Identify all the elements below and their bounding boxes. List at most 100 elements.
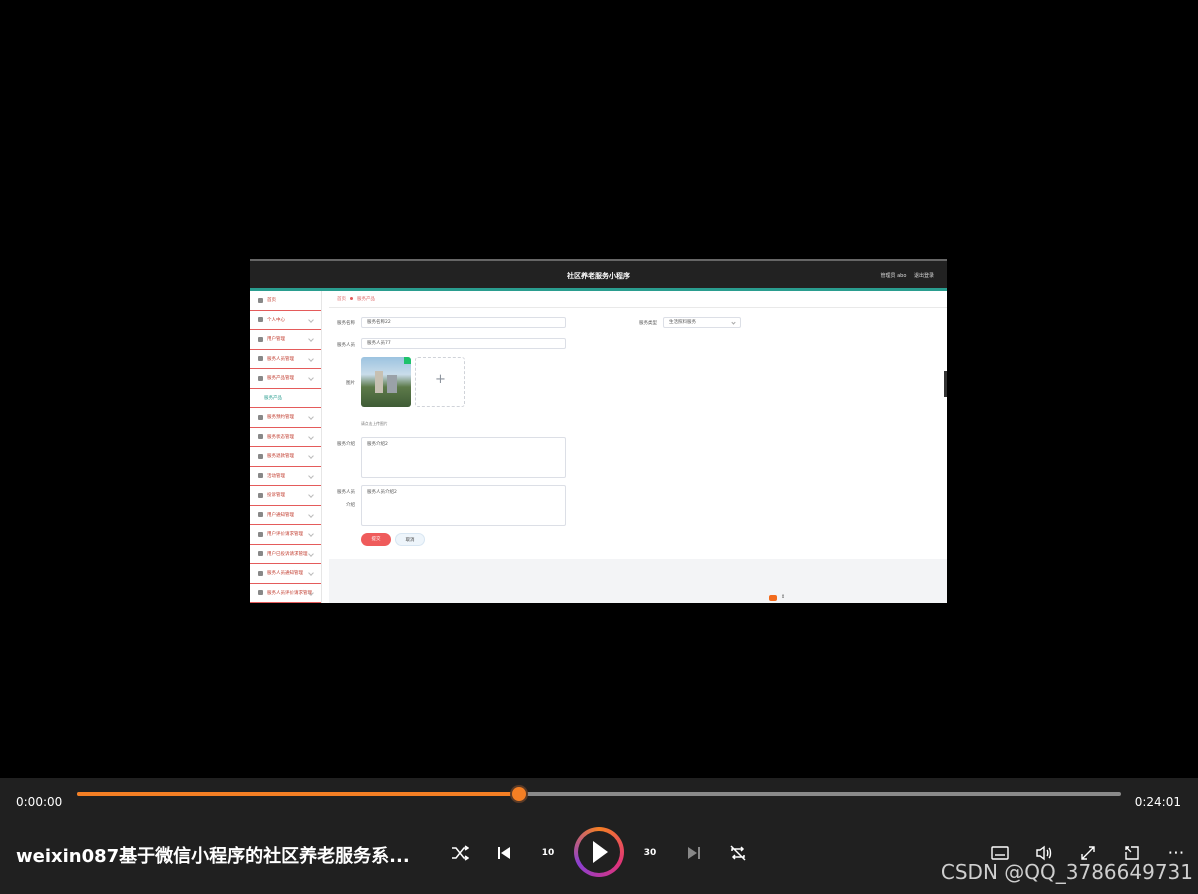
intro-label: 服务介绍 — [337, 442, 355, 447]
cancel-button[interactable]: 取消 — [395, 533, 425, 546]
breadcrumb: 首页 服务产品 — [337, 296, 375, 302]
sidebar-item-label: 用户评价请求管理 — [267, 532, 303, 538]
shuffle-icon[interactable] — [447, 840, 473, 866]
service-type-value: 生活照料服务 — [669, 320, 696, 325]
sidebar-item-label: 活动管理 — [267, 473, 285, 479]
chevron-down-icon — [308, 433, 314, 440]
sidebar-item[interactable]: 用户管理 — [250, 330, 321, 350]
image-label: 图片 — [346, 381, 355, 386]
sidebar-item[interactable]: 用户评价请求管理 — [250, 525, 321, 545]
sidebar-item-label: 个人中心 — [267, 317, 285, 323]
upload-button[interactable]: + — [415, 357, 465, 407]
chevron-down-icon — [308, 492, 314, 498]
notice-icon — [258, 570, 263, 576]
chevron-down-icon — [308, 355, 314, 362]
sidebar-item-label: 首页 — [267, 298, 276, 304]
next-icon[interactable] — [681, 840, 707, 866]
users-icon — [258, 336, 263, 342]
sidebar-item[interactable]: 服务退款管理 — [250, 447, 321, 467]
staff-intro-label-1: 服务人员 — [337, 490, 355, 495]
player-controls: 0:00:00 0:24:01 weixin087基于微信小程序的社区养老服务系… — [0, 778, 1198, 894]
sidebar-item-label: 服务人员管理 — [267, 356, 294, 362]
sidebar-item-label: 服务预约管理 — [267, 415, 294, 421]
service-type-select[interactable]: 生活照料服务 — [663, 317, 741, 328]
staff-icon — [258, 356, 263, 362]
refund-icon — [258, 453, 263, 459]
staff-intro-textarea[interactable]: 服务人员介绍2 — [361, 485, 566, 526]
sidebar-item[interactable]: 活动管理 — [250, 467, 321, 486]
notice-icon — [258, 512, 263, 518]
seek-bar[interactable] — [77, 787, 1121, 801]
skip-forward-label: 30 — [643, 848, 657, 858]
staff-intro-label-2: 介绍 — [346, 503, 355, 508]
user-icon — [258, 317, 263, 323]
app-title: 社区养老服务小程序 — [567, 272, 630, 280]
staff-input[interactable]: 服务人员77 — [361, 338, 566, 349]
calendar-icon — [258, 414, 263, 420]
complaint-icon — [258, 492, 263, 498]
sidebar-item[interactable]: 个人中心 — [250, 311, 321, 330]
breadcrumb-home[interactable]: 首页 — [337, 297, 346, 302]
sidebar-item[interactable]: 首页 — [250, 291, 321, 311]
intro-textarea[interactable]: 服务介绍2 — [361, 437, 566, 478]
chevron-down-icon — [308, 589, 314, 596]
chevron-down-icon — [308, 550, 314, 557]
uploaded-image-thumbnail[interactable] — [361, 357, 411, 407]
seek-bar-progress — [77, 792, 519, 796]
sidebar-item-label: 服务产品管理 — [267, 376, 294, 382]
skip-forward-30-icon[interactable]: 30 — [637, 840, 663, 866]
sidebar-item-label: 用户管理 — [267, 337, 285, 343]
building-shape — [375, 371, 383, 393]
chevron-down-icon — [308, 511, 314, 518]
home-icon — [258, 297, 263, 303]
sidebar-item[interactable]: 服务状态管理 — [250, 428, 321, 447]
side-scroll-tab[interactable] — [944, 371, 947, 397]
status-icon — [258, 434, 263, 440]
repeat-off-icon[interactable] — [725, 840, 751, 866]
product-icon — [258, 375, 263, 381]
review-icon — [258, 590, 263, 596]
sidebar-item-label: 服务退款管理 — [267, 454, 294, 460]
app-header: 社区养老服务小程序 管理员 abo 退出登录 — [250, 259, 947, 288]
chevron-down-icon — [308, 414, 314, 420]
sidebar-item[interactable]: 用户已投诉请求管理 — [250, 545, 321, 564]
sidebar-item-label: 服务人员评价请求管理 — [267, 590, 312, 596]
sidebar-item[interactable]: 服务产品管理 — [250, 369, 321, 389]
sidebar-item[interactable]: 服务人员通知管理 — [250, 564, 321, 584]
sidebar-item[interactable]: 服务人员管理 — [250, 350, 321, 369]
previous-icon[interactable] — [491, 840, 517, 866]
submit-button[interactable]: 提交 — [361, 533, 391, 546]
sidebar-item-label: 用户已投诉请求管理 — [267, 551, 308, 557]
skip-back-10-icon[interactable]: 10 — [535, 840, 561, 866]
check-badge-icon — [404, 357, 411, 364]
upload-hint: 请点击上传图片 — [361, 421, 388, 426]
sidebar-item[interactable]: 服务人员评价请求管理 — [250, 584, 321, 603]
sidebar-item-label: 投诉管理 — [267, 493, 285, 499]
current-time: 0:00:00 — [16, 795, 63, 809]
activity-icon — [258, 473, 263, 479]
logout-link[interactable]: 退出登录 — [914, 273, 934, 279]
updown-arrows-icon: ⇕ — [781, 594, 786, 600]
sidebar-item[interactable]: 服务预约管理 — [250, 408, 321, 428]
video-frame: 社区养老服务小程序 管理员 abo 退出登录 首页 个人中心 用户管理 服务人员管理服… — [250, 259, 947, 603]
service-type-label: 服务类型 — [639, 321, 657, 326]
chevron-down-icon — [308, 472, 314, 479]
sidebar-item-label: 服务人员通知管理 — [267, 571, 303, 577]
chevron-down-icon — [308, 375, 314, 381]
staff-label: 服务人员 — [337, 343, 355, 348]
total-time: 0:24:01 — [1134, 795, 1181, 809]
service-name-input[interactable]: 服务名称22 — [361, 317, 566, 328]
sidebar-item[interactable]: 用户通知管理 — [250, 506, 321, 525]
sidebar-item[interactable]: 投诉管理 — [250, 486, 321, 506]
sidebar-subitem-service-product[interactable]: 服务产品 — [250, 389, 321, 408]
building-shape — [387, 375, 397, 393]
sidebar-item-label: 用户通知管理 — [267, 512, 294, 518]
header-user: 管理员 abo 退出登录 — [875, 272, 935, 279]
chevron-down-icon — [308, 316, 314, 323]
breadcrumb-dot-icon — [350, 297, 353, 300]
app-tray-icon — [769, 595, 777, 601]
sidebar-item-label: 服务状态管理 — [267, 434, 294, 440]
play-button[interactable] — [574, 827, 624, 877]
seek-bar-thumb[interactable] — [511, 787, 526, 801]
sidebar: 首页 个人中心 用户管理 服务人员管理 服务产品管理 服务产品 服务预约管理 服务状态管理 服务… — [250, 291, 322, 603]
